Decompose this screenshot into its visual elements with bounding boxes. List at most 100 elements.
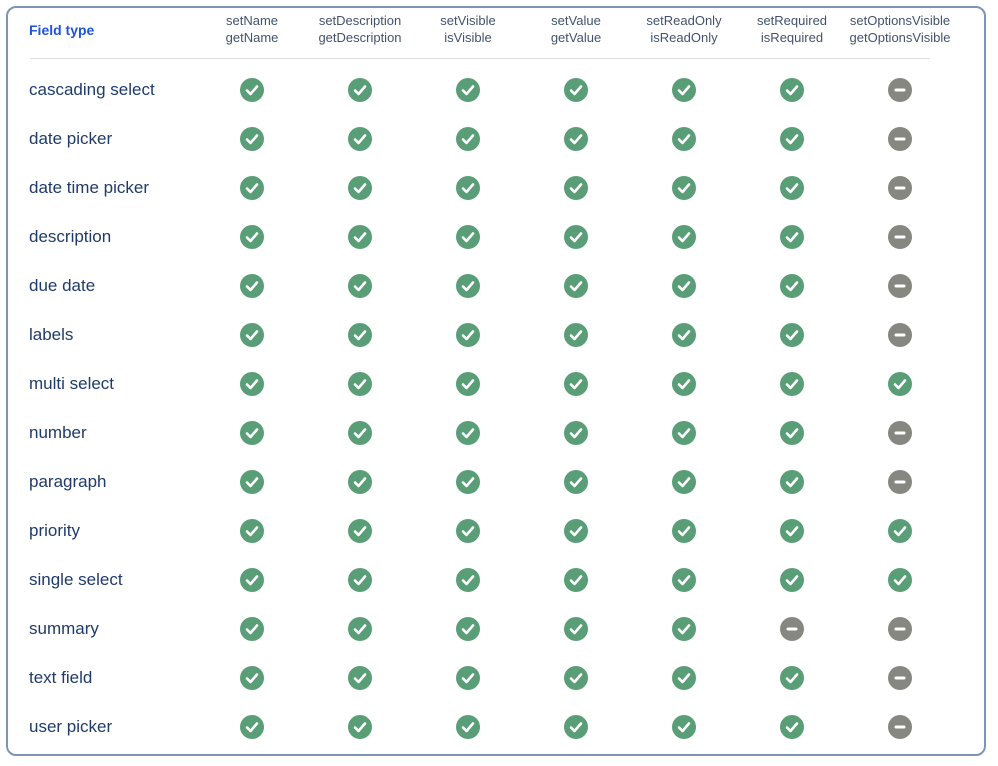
check-circle-icon bbox=[456, 568, 480, 592]
check-circle-icon bbox=[564, 372, 588, 396]
check-circle-icon bbox=[456, 421, 480, 445]
minus-circle-icon bbox=[888, 715, 912, 739]
check-circle-icon bbox=[888, 372, 912, 396]
check-circle-icon bbox=[348, 715, 372, 739]
minus-circle-icon bbox=[888, 617, 912, 641]
check-circle-icon bbox=[564, 127, 588, 151]
check-circle-icon bbox=[564, 568, 588, 592]
check-circle-icon bbox=[348, 225, 372, 249]
check-circle-icon bbox=[672, 78, 696, 102]
minus-circle-icon bbox=[888, 225, 912, 249]
check-circle-icon bbox=[240, 617, 264, 641]
check-circle-icon bbox=[348, 617, 372, 641]
check-circle-icon bbox=[780, 519, 804, 543]
check-circle-icon bbox=[672, 421, 696, 445]
check-circle-icon bbox=[564, 421, 588, 445]
check-circle-icon bbox=[456, 127, 480, 151]
check-circle-icon bbox=[672, 519, 696, 543]
check-circle-icon bbox=[780, 176, 804, 200]
check-circle-icon bbox=[564, 323, 588, 347]
check-circle-icon bbox=[780, 568, 804, 592]
minus-circle-icon bbox=[888, 666, 912, 690]
check-circle-icon bbox=[456, 617, 480, 641]
row-label-field-type: number bbox=[29, 423, 87, 442]
row-label-field-type: user picker bbox=[29, 717, 113, 736]
check-circle-icon bbox=[456, 225, 480, 249]
check-circle-icon bbox=[240, 568, 264, 592]
check-circle-icon bbox=[456, 78, 480, 102]
check-circle-icon bbox=[564, 617, 588, 641]
check-circle-icon bbox=[348, 568, 372, 592]
check-circle-icon bbox=[564, 666, 588, 690]
row-label-field-type: description bbox=[29, 227, 112, 246]
check-circle-icon bbox=[672, 274, 696, 298]
column-header-line: getOptionsVisible bbox=[849, 30, 951, 45]
check-circle-icon bbox=[780, 274, 804, 298]
check-circle-icon bbox=[780, 421, 804, 445]
check-circle-icon bbox=[888, 568, 912, 592]
column-header-7: setOptionsVisible getOptionsVisible bbox=[830, 12, 970, 46]
check-circle-icon bbox=[456, 274, 480, 298]
check-circle-icon bbox=[348, 127, 372, 151]
check-circle-icon bbox=[564, 519, 588, 543]
check-circle-icon bbox=[348, 274, 372, 298]
check-circle-icon bbox=[456, 519, 480, 543]
check-circle-icon bbox=[240, 519, 264, 543]
minus-circle-icon bbox=[888, 78, 912, 102]
check-circle-icon bbox=[672, 568, 696, 592]
minus-circle-icon bbox=[888, 274, 912, 298]
check-circle-icon bbox=[348, 372, 372, 396]
column-header-line: setOptionsVisible bbox=[849, 13, 951, 28]
check-circle-icon bbox=[780, 78, 804, 102]
check-circle-icon bbox=[780, 127, 804, 151]
check-circle-icon bbox=[564, 470, 588, 494]
minus-circle-icon bbox=[780, 617, 804, 641]
check-circle-icon bbox=[780, 666, 804, 690]
support-table-frame bbox=[6, 6, 986, 756]
check-circle-icon bbox=[240, 78, 264, 102]
row-label-field-type: priority bbox=[29, 521, 81, 540]
check-circle-icon bbox=[564, 78, 588, 102]
check-circle-icon bbox=[348, 421, 372, 445]
check-circle-icon bbox=[564, 225, 588, 249]
check-circle-icon bbox=[672, 470, 696, 494]
check-circle-icon bbox=[456, 372, 480, 396]
check-circle-icon bbox=[240, 225, 264, 249]
check-circle-icon bbox=[240, 421, 264, 445]
check-circle-icon bbox=[672, 225, 696, 249]
check-circle-icon bbox=[240, 470, 264, 494]
check-circle-icon bbox=[240, 666, 264, 690]
check-circle-icon bbox=[240, 274, 264, 298]
check-circle-icon bbox=[348, 666, 372, 690]
check-circle-icon bbox=[564, 715, 588, 739]
check-circle-icon bbox=[672, 176, 696, 200]
check-circle-icon bbox=[888, 519, 912, 543]
check-circle-icon bbox=[672, 715, 696, 739]
check-circle-icon bbox=[564, 274, 588, 298]
check-circle-icon bbox=[780, 470, 804, 494]
check-circle-icon bbox=[456, 470, 480, 494]
row-label-field-type: due date bbox=[29, 276, 96, 295]
check-circle-icon bbox=[348, 323, 372, 347]
row-label-field-type: cascading select bbox=[29, 80, 155, 99]
check-circle-icon bbox=[240, 372, 264, 396]
check-circle-icon bbox=[780, 323, 804, 347]
minus-circle-icon bbox=[888, 323, 912, 347]
check-circle-icon bbox=[240, 715, 264, 739]
check-circle-icon bbox=[780, 372, 804, 396]
minus-circle-icon bbox=[888, 470, 912, 494]
check-circle-icon bbox=[348, 519, 372, 543]
check-circle-icon bbox=[348, 78, 372, 102]
row-label-field-type: text field bbox=[29, 668, 93, 687]
row-label-field-type: multi select bbox=[29, 374, 115, 393]
column-header-field-type: Field type bbox=[29, 22, 95, 38]
check-circle-icon bbox=[672, 617, 696, 641]
check-circle-icon bbox=[240, 323, 264, 347]
check-circle-icon bbox=[240, 176, 264, 200]
check-circle-icon bbox=[672, 127, 696, 151]
check-circle-icon bbox=[672, 323, 696, 347]
check-circle-icon bbox=[456, 176, 480, 200]
minus-circle-icon bbox=[888, 127, 912, 151]
check-circle-icon bbox=[780, 715, 804, 739]
check-circle-icon bbox=[672, 372, 696, 396]
